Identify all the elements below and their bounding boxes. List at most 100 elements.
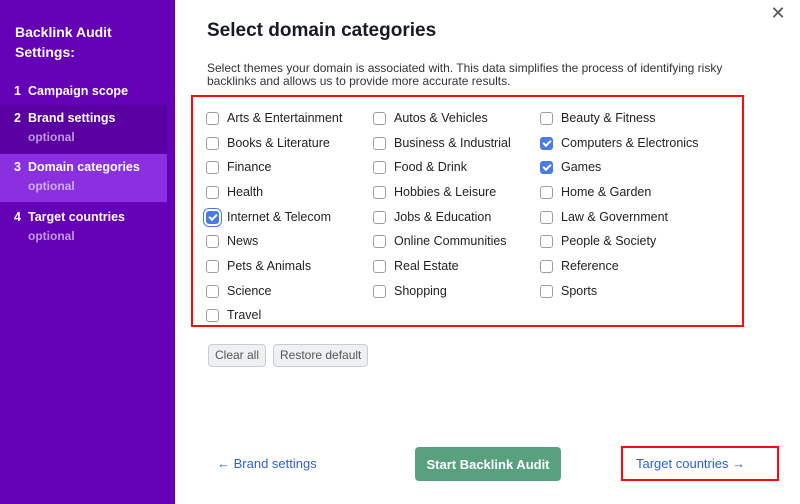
checkbox[interactable]	[373, 210, 386, 224]
category-label: Reference	[561, 259, 619, 273]
category-business-industrial[interactable]: Business & Industrial	[373, 133, 511, 153]
step-brand-settings[interactable]: 2 Brand settings optional	[0, 105, 167, 153]
back-brand-settings-link[interactable]: ← Brand settings	[217, 456, 317, 471]
category-label: Real Estate	[394, 259, 459, 273]
checkbox-checked[interactable]	[540, 160, 553, 174]
checkbox[interactable]	[373, 259, 386, 273]
category-sports[interactable]: Sports	[540, 281, 597, 301]
category-label: Food & Drink	[394, 160, 467, 174]
step-campaign-scope[interactable]: 1 Campaign scope	[0, 78, 167, 102]
start-backlink-audit-button[interactable]: Start Backlink Audit	[415, 447, 561, 481]
checkbox[interactable]	[206, 136, 219, 150]
checkbox[interactable]	[540, 234, 553, 248]
category-news[interactable]: News	[206, 231, 258, 251]
category-label: Finance	[227, 160, 272, 174]
category-label: Home & Garden	[561, 185, 652, 199]
category-law-government[interactable]: Law & Government	[540, 207, 668, 227]
step-optional-label: optional	[28, 130, 75, 144]
category-label: Online Communities	[394, 234, 507, 248]
step-optional-label: optional	[28, 179, 75, 193]
category-food-drink[interactable]: Food & Drink	[373, 157, 467, 177]
category-games[interactable]: Games	[540, 157, 601, 177]
clear-all-button[interactable]: Clear all	[208, 344, 267, 367]
checkbox[interactable]	[373, 136, 386, 150]
category-science[interactable]: Science	[206, 281, 271, 301]
category-label: Business & Industrial	[394, 136, 511, 150]
category-label: Autos & Vehicles	[394, 111, 488, 125]
checkbox[interactable]	[373, 284, 386, 298]
step-label: Domain categories	[28, 160, 140, 174]
checkbox[interactable]	[206, 234, 219, 248]
checkbox[interactable]	[540, 210, 553, 224]
checkbox[interactable]	[206, 284, 219, 298]
category-label: Internet & Telecom	[227, 210, 331, 224]
step-domain-categories[interactable]: 3 Domain categories optional	[0, 154, 167, 202]
category-finance[interactable]: Finance	[206, 157, 271, 177]
category-travel[interactable]: Travel	[206, 305, 261, 325]
step-number: 1	[14, 84, 21, 98]
category-people-society[interactable]: People & Society	[540, 231, 656, 251]
checkbox-checked[interactable]	[540, 136, 553, 150]
category-autos-vehicles[interactable]: Autos & Vehicles	[373, 108, 488, 128]
category-label: Science	[227, 284, 272, 298]
category-label: Jobs & Education	[394, 210, 492, 224]
step-label: Target countries	[28, 210, 126, 224]
category-reference[interactable]: Reference	[540, 256, 619, 276]
close-icon[interactable]: ✕	[769, 4, 787, 22]
category-label: Games	[561, 160, 602, 174]
category-beauty-fitness[interactable]: Beauty & Fitness	[540, 108, 656, 128]
step-number: 2	[14, 111, 21, 125]
step-label: Brand settings	[28, 111, 116, 125]
next-target-countries-link[interactable]: Target countries →	[636, 456, 745, 471]
category-label: Law & Government	[561, 210, 668, 224]
category-label: Pets & Animals	[227, 259, 312, 273]
category-jobs-education[interactable]: Jobs & Education	[373, 207, 491, 227]
category-label: Sports	[561, 284, 598, 298]
checkbox[interactable]	[373, 160, 386, 174]
category-real-estate[interactable]: Real Estate	[373, 256, 459, 276]
checkbox[interactable]	[206, 259, 219, 273]
checkbox[interactable]	[373, 234, 386, 248]
category-label: News	[227, 234, 259, 248]
checkbox[interactable]	[540, 284, 553, 298]
category-label: Shopping	[394, 284, 447, 298]
checkbox[interactable]	[373, 111, 386, 125]
checkbox[interactable]	[206, 111, 219, 125]
category-internet-telecom[interactable]: Internet & Telecom	[206, 207, 331, 227]
checkbox[interactable]	[540, 111, 553, 125]
category-label: Beauty & Fitness	[561, 111, 656, 125]
category-books-literature[interactable]: Books & Literature	[206, 133, 330, 153]
sidebar-title: Backlink Audit Settings:	[15, 24, 112, 60]
step-number: 3	[14, 160, 21, 174]
page-title: Select domain categories	[207, 20, 437, 41]
checkbox[interactable]	[373, 185, 386, 199]
category-label: Arts & Entertainment	[227, 111, 343, 125]
checkbox-checked[interactable]	[206, 210, 219, 224]
category-pets-animals[interactable]: Pets & Animals	[206, 256, 311, 276]
step-target-countries[interactable]: 4 Target countries optional	[0, 204, 167, 252]
category-label: Books & Literature	[227, 136, 330, 150]
checkbox[interactable]	[206, 160, 219, 174]
step-optional-label: optional	[28, 229, 75, 243]
category-label: Health	[227, 185, 264, 199]
checkbox[interactable]	[206, 185, 219, 199]
category-arts-entertainment[interactable]: Arts & Entertainment	[206, 108, 342, 128]
category-health[interactable]: Health	[206, 182, 263, 202]
checkbox[interactable]	[540, 185, 553, 199]
category-label: People & Society	[561, 234, 657, 248]
sidebar: Backlink Audit Settings: 1 Campaign scope…	[0, 0, 175, 504]
checkbox[interactable]	[206, 308, 219, 322]
restore-default-button[interactable]: Restore default	[273, 344, 369, 367]
category-label: Travel	[227, 308, 262, 322]
category-label: Computers & Electronics	[561, 136, 699, 150]
category-label: Hobbies & Leisure	[394, 185, 497, 199]
step-number: 4	[14, 210, 21, 224]
category-hobbies-leisure[interactable]: Hobbies & Leisure	[373, 182, 496, 202]
page-description: Select themes your domain is associated …	[207, 61, 723, 88]
category-online-communities[interactable]: Online Communities	[373, 231, 507, 251]
category-shopping[interactable]: Shopping	[373, 281, 447, 301]
category-home-garden[interactable]: Home & Garden	[540, 182, 651, 202]
category-computers-electronics[interactable]: Computers & Electronics	[540, 133, 699, 153]
checkbox[interactable]	[540, 259, 553, 273]
step-label: Campaign scope	[28, 84, 129, 98]
